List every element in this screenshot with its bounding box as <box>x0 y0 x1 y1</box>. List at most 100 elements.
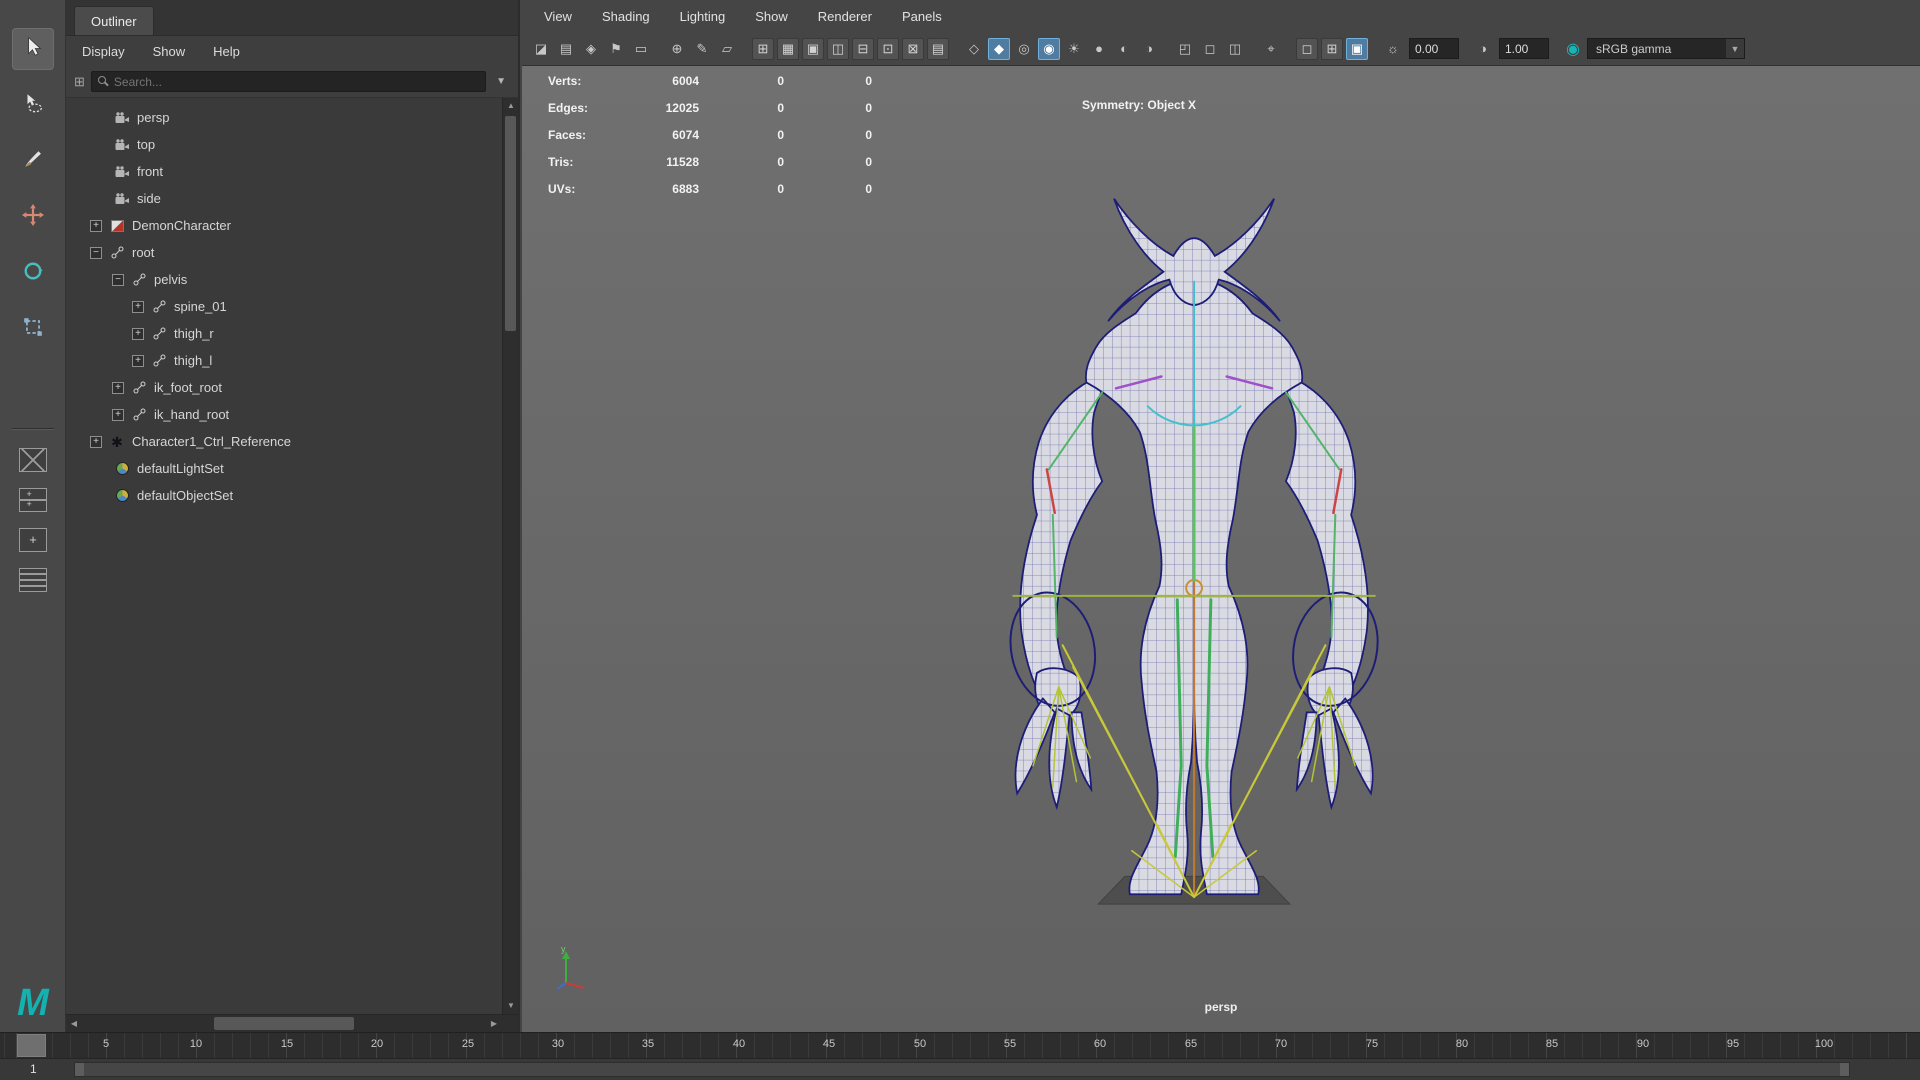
resolution-gate-icon[interactable]: ▣ <box>802 37 824 60</box>
gate-mask-icon[interactable]: ◫ <box>827 37 849 60</box>
view-transform-icon[interactable]: ◉ <box>1562 38 1584 60</box>
menu-renderer[interactable]: Renderer <box>818 9 872 24</box>
occlusion-icon[interactable]: ◐ <box>1113 38 1135 60</box>
expand-toggle[interactable]: + <box>132 354 144 367</box>
chevron-down-icon[interactable]: ▼ <box>492 76 510 87</box>
grease-pencil-icon[interactable]: ✎ <box>691 38 713 60</box>
pane-plus-layout-icon[interactable] <box>19 528 47 552</box>
expand-toggle[interactable]: + <box>112 381 124 394</box>
range-bar[interactable] <box>74 1062 1850 1077</box>
vertical-scrollbar-thumb[interactable] <box>505 116 516 331</box>
expand-toggle[interactable]: + <box>132 300 144 313</box>
camera-attributes-icon[interactable]: ▤ <box>555 38 577 60</box>
current-frame-indicator[interactable] <box>17 1034 46 1057</box>
range-slider[interactable]: 1 <box>0 1058 1920 1080</box>
menu-panels[interactable]: Panels <box>902 9 942 24</box>
outliner-item-front[interactable]: front <box>66 158 518 185</box>
outliner-panel-layout-icon[interactable] <box>19 568 47 592</box>
outliner-item-root[interactable]: − root <box>66 239 518 266</box>
pane-single-icon[interactable]: ◻ <box>1296 37 1318 60</box>
gamma-field[interactable] <box>1499 38 1549 59</box>
pan-zoom-icon[interactable]: ⊕ <box>666 38 688 60</box>
range-handle-left[interactable] <box>75 1063 84 1076</box>
textured-icon[interactable]: ◉ <box>1038 37 1060 60</box>
isolate-select-icon[interactable]: ◰ <box>1174 38 1196 60</box>
hud-toggle-icon[interactable]: ▤ <box>927 37 949 60</box>
outliner-item-side[interactable]: side <box>66 185 518 212</box>
image-plane-icon[interactable]: ▭ <box>630 38 652 60</box>
camera-lock-icon[interactable]: ◈ <box>580 38 602 60</box>
scroll-right-icon[interactable]: ▶ <box>486 1015 502 1032</box>
exposure-field[interactable] <box>1409 38 1459 59</box>
outliner-item-defaultobjectset[interactable]: defaultObjectSet <box>66 482 518 509</box>
outliner-item-pelvis[interactable]: − pelvis <box>66 266 518 293</box>
safe-title-icon[interactable]: ⊠ <box>902 37 924 60</box>
snap-select-icon[interactable]: ⌖ <box>1260 38 1282 60</box>
outliner-item-thigh-r[interactable]: + thigh_r <box>66 320 518 347</box>
color-space-dropdown[interactable]: sRGB gamma ▼ <box>1587 38 1745 59</box>
safe-action-icon[interactable]: ⊡ <box>877 37 899 60</box>
menu-display[interactable]: Display <box>82 44 125 59</box>
exposure-icon[interactable]: ☼ <box>1382 38 1404 60</box>
outliner-item-ik-hand-root[interactable]: + ik_hand_root <box>66 401 518 428</box>
menu-show[interactable]: Show <box>153 44 186 59</box>
four-view-layout-icon[interactable] <box>19 448 47 472</box>
grid-icon[interactable]: ⊞ <box>752 37 774 60</box>
outliner-tab[interactable]: Outliner <box>74 6 154 35</box>
shadows-icon[interactable]: ● <box>1088 38 1110 60</box>
outliner-item-defaultlightset[interactable]: defaultLightSet <box>66 455 518 482</box>
expand-toggle[interactable]: + <box>112 408 124 421</box>
film-gate-icon[interactable]: ▦ <box>777 37 799 60</box>
menu-lighting[interactable]: Lighting <box>680 9 726 24</box>
horizontal-scrollbar-thumb[interactable] <box>214 1017 354 1030</box>
outliner-item-spine-01[interactable]: + spine_01 <box>66 293 518 320</box>
axis-gizmo[interactable]: y <box>550 943 594 998</box>
scale-tool-button[interactable] <box>12 308 54 350</box>
outliner-item-demoncharacter[interactable]: + DemonCharacter <box>66 212 518 239</box>
measure-icon[interactable]: ▱ <box>716 38 738 60</box>
horizontal-scrollbar[interactable]: ◀ ▶ <box>66 1014 518 1032</box>
xray-icon[interactable]: ◻ <box>1199 38 1221 60</box>
wireframe-icon[interactable]: ◇ <box>963 38 985 60</box>
chevron-down-icon[interactable]: ▼ <box>1726 39 1744 58</box>
outliner-item-persp[interactable]: persp <box>66 104 518 131</box>
xray-joints-icon[interactable]: ◫ <box>1224 38 1246 60</box>
time-slider[interactable]: 5 10 15 20 25 30 35 40 45 50 55 60 65 70… <box>0 1032 1920 1058</box>
outliner-item-character1-ctrl-reference[interactable]: + ✱ Character1_Ctrl_Reference <box>66 428 518 455</box>
clapperboard-icon[interactable]: ◪ <box>530 38 552 60</box>
pane-stack-layout-icon[interactable] <box>19 488 47 512</box>
scroll-up-icon[interactable]: ▲ <box>503 98 518 114</box>
pane-four-icon[interactable]: ⊞ <box>1321 37 1343 60</box>
move-tool-button[interactable] <box>12 196 54 238</box>
outliner-item-ik-foot-root[interactable]: + ik_foot_root <box>66 374 518 401</box>
viewport-canvas[interactable]: Verts: 6004 0 0 Edges: 12025 0 0 Faces: … <box>522 66 1920 1032</box>
bookmark-icon[interactable]: ⚑ <box>605 38 627 60</box>
menu-shading[interactable]: Shading <box>602 9 650 24</box>
scroll-left-icon[interactable]: ◀ <box>66 1015 82 1032</box>
smooth-shade-icon[interactable]: ◆ <box>988 37 1010 60</box>
collapse-toggle[interactable]: − <box>90 246 102 259</box>
expand-toggle[interactable]: + <box>90 435 102 448</box>
outliner-item-top[interactable]: top <box>66 131 518 158</box>
use-default-material-icon[interactable]: ◎ <box>1013 38 1035 60</box>
collapse-toggle[interactable]: − <box>112 273 124 286</box>
expand-toggle[interactable]: + <box>132 327 144 340</box>
filter-icon[interactable]: ⊞ <box>74 74 85 90</box>
expand-toggle[interactable]: + <box>90 219 102 232</box>
rotate-tool-button[interactable] <box>12 252 54 294</box>
menu-view[interactable]: View <box>544 9 572 24</box>
range-handle-right[interactable] <box>1840 1063 1849 1076</box>
paint-select-tool-button[interactable] <box>12 140 54 182</box>
demon-character-model[interactable] <box>952 166 1446 916</box>
field-chart-icon[interactable]: ⊟ <box>852 37 874 60</box>
scroll-down-icon[interactable]: ▼ <box>503 998 518 1014</box>
pane-active-icon[interactable]: ▣ <box>1346 37 1368 60</box>
lights-icon[interactable]: ☀ <box>1063 38 1085 60</box>
lasso-tool-button[interactable] <box>12 84 54 126</box>
menu-help[interactable]: Help <box>213 44 240 59</box>
motion-blur-icon[interactable]: ◑ <box>1138 38 1160 60</box>
outliner-item-thigh-l[interactable]: + thigh_l <box>66 347 518 374</box>
gamma-icon[interactable]: ◑ <box>1472 38 1494 60</box>
menu-show[interactable]: Show <box>755 9 788 24</box>
select-tool-button[interactable] <box>12 28 54 70</box>
